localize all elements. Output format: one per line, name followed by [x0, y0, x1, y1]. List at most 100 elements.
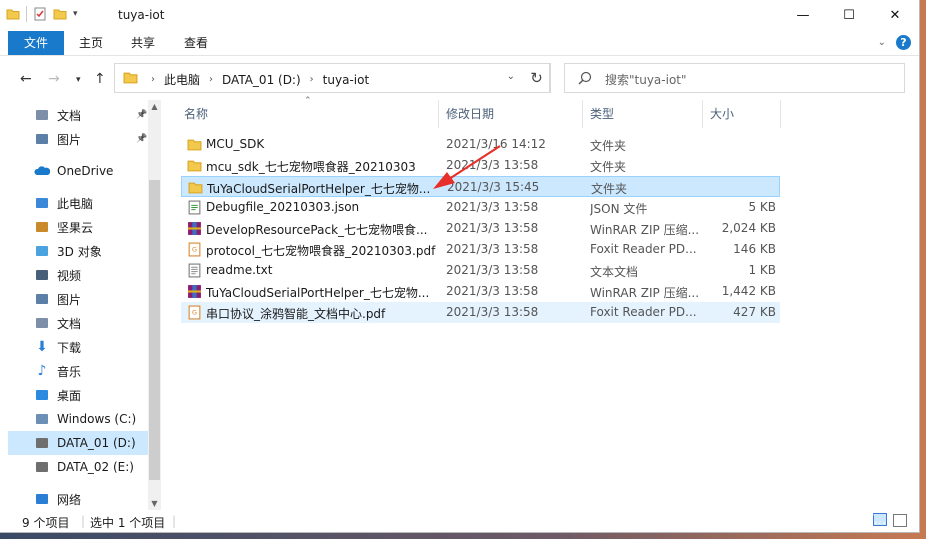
- breadcrumb-folder[interactable]: tuya-iot: [323, 73, 369, 87]
- search-placeholder: 搜索"tuya-iot": [605, 73, 687, 87]
- sidebar-item-label: 文档: [57, 108, 82, 123]
- sidebar-item-label: 文档: [57, 316, 82, 331]
- file-type: WinRAR ZIP 压缩...: [590, 223, 700, 237]
- sidebar-item[interactable]: DATA_01 (D:): [8, 431, 148, 455]
- column-header-name[interactable]: 名称: [184, 100, 208, 128]
- column-header-type[interactable]: 类型: [590, 100, 614, 128]
- sidebar-item-label: DATA_02 (E:): [57, 460, 134, 474]
- forward-icon[interactable]: →: [48, 71, 60, 87]
- chevron-right-icon[interactable]: ›: [209, 74, 213, 85]
- tab-home[interactable]: 主页: [70, 31, 112, 55]
- search-icon: [578, 71, 592, 85]
- sidebar-item-label: 图片: [57, 292, 82, 307]
- tab-view[interactable]: 查看: [175, 31, 217, 55]
- maximize-button[interactable]: ☐: [826, 0, 872, 31]
- file-row[interactable]: TuYaCloudSerialPortHelper_七七宠物... 2021/3/…: [181, 176, 780, 197]
- watermark: https://blog.csdn.net/...: [734, 513, 886, 528]
- sidebar-item[interactable]: 视频: [8, 263, 148, 287]
- file-type: JSON 文件: [590, 202, 648, 216]
- sort-ascending-icon: ⌃: [304, 96, 312, 106]
- documents-icon: [34, 315, 50, 331]
- expand-ribbon-icon[interactable]: ⌄: [878, 37, 886, 48]
- sidebar-item[interactable]: 图片: [8, 287, 148, 311]
- file-row[interactable]: TuYaCloudSerialPortHelper_七七宠物... 2021/3/…: [181, 281, 780, 302]
- sidebar-item[interactable]: 文档: [8, 311, 148, 335]
- folder-icon: [187, 158, 202, 173]
- sidebar-item[interactable]: 桌面: [8, 383, 148, 407]
- nav-scrollbar[interactable]: ▲ ▼: [148, 100, 161, 510]
- up-icon[interactable]: ↑: [94, 71, 106, 87]
- customize-qat-icon[interactable]: ▾: [73, 9, 78, 19]
- column-header-date[interactable]: 修改日期: [446, 100, 494, 128]
- file-type: 文件夹: [590, 139, 627, 153]
- tab-share[interactable]: 共享: [122, 31, 164, 55]
- scroll-down-icon[interactable]: ▼: [148, 499, 161, 508]
- sidebar-item-label: 3D 对象: [57, 244, 102, 259]
- file-date: 2021/3/3 13:58: [446, 158, 539, 172]
- file-row[interactable]: Gprotocol_七七宠物喂食器_20210303.pdf 2021/3/3 1…: [181, 239, 780, 260]
- file-row[interactable]: Debugfile_20210303.json 2021/3/3 13:58 JSO…: [181, 197, 780, 218]
- sidebar-item[interactable]: 此电脑: [8, 191, 148, 215]
- file-type: 文件夹: [590, 160, 627, 174]
- sidebar-item[interactable]: 文档 📌: [8, 103, 148, 127]
- column-divider[interactable]: [438, 100, 439, 128]
- breadcrumb-this-pc[interactable]: 此电脑: [164, 71, 200, 88]
- sidebar-item[interactable]: DATA_02 (E:): [8, 455, 148, 479]
- downloads-icon: ⬇: [36, 339, 48, 355]
- file-row[interactable]: MCU_SDK 2021/3/16 14:12 文件夹: [181, 134, 780, 155]
- file-date: 2021/3/3 13:58: [446, 284, 539, 298]
- properties-icon[interactable]: [33, 7, 47, 21]
- back-icon[interactable]: ←: [20, 71, 32, 87]
- file-type: 文件夹: [591, 182, 628, 196]
- column-divider[interactable]: [780, 100, 781, 128]
- tab-file[interactable]: 文件: [8, 31, 64, 55]
- network-icon: [34, 491, 50, 507]
- breadcrumb-drive[interactable]: DATA_01 (D:): [222, 73, 301, 87]
- column-header-size[interactable]: 大小: [710, 100, 734, 128]
- sidebar-item-label: DATA_01 (D:): [57, 436, 136, 450]
- address-dropdown-icon[interactable]: ⌄: [507, 71, 515, 82]
- sidebar-item[interactable]: 坚果云: [8, 215, 148, 239]
- sidebar-item-label: OneDrive: [57, 164, 114, 178]
- pin-icon[interactable]: 📌: [136, 134, 147, 144]
- scroll-up-icon[interactable]: ▲: [148, 102, 161, 111]
- sidebar-item[interactable]: ♪ 音乐: [8, 359, 148, 383]
- search-box[interactable]: 搜索"tuya-iot": [564, 63, 905, 93]
- recent-locations-icon[interactable]: ▾: [76, 75, 81, 85]
- minimize-button[interactable]: —: [780, 0, 826, 31]
- file-row[interactable]: mcu_sdk_七七宠物喂食器_20210303 2021/3/3 13:58 文件…: [181, 155, 780, 176]
- file-row[interactable]: G 串口协议_涂鸦智能_文档中心.pdf 2021/3/3 13:58 Foxit R…: [181, 302, 780, 323]
- address-bar[interactable]: › 此电脑 › DATA_01 (D:) › tuya-iot ⌄: [114, 63, 550, 93]
- sidebar-item-label: Windows (C:): [57, 412, 137, 426]
- sidebar-item[interactable]: 3D 对象: [8, 239, 148, 263]
- scrollbar-thumb[interactable]: [149, 180, 160, 480]
- file-size: 1 KB: [748, 263, 776, 277]
- sidebar-item[interactable]: 图片 📌: [8, 127, 148, 151]
- new-folder-icon[interactable]: [53, 7, 67, 21]
- chevron-right-icon[interactable]: ›: [151, 74, 155, 85]
- onedrive-icon: [34, 163, 50, 179]
- drive-icon: [34, 435, 50, 451]
- file-row[interactable]: DevelopResourcePack_七七宠物喂食... 2021/3/3 13…: [181, 218, 780, 239]
- file-row[interactable]: readme.txt 2021/3/3 13:58 文本文档 1 KB: [181, 260, 780, 281]
- sidebar-item[interactable]: Windows (C:): [8, 407, 148, 431]
- file-date: 2021/3/3 13:58: [446, 221, 539, 235]
- title-bar: ▾ tuya-iot — ☐ ✕: [0, 0, 919, 31]
- svg-text:G: G: [192, 246, 197, 254]
- file-date: 2021/3/3 13:58: [446, 200, 539, 214]
- sidebar-item[interactable]: OneDrive: [8, 159, 148, 183]
- window-title: tuya-iot: [118, 8, 165, 22]
- help-icon[interactable]: ?: [896, 35, 911, 50]
- sidebar-item[interactable]: 网络: [8, 487, 148, 511]
- file-type: Foxit Reader PD...: [590, 242, 697, 256]
- close-button[interactable]: ✕: [872, 0, 918, 31]
- pin-icon[interactable]: 📌: [136, 110, 147, 120]
- large-icons-view-icon[interactable]: [893, 514, 907, 527]
- file-name: TuYaCloudSerialPortHelper_七七宠物...: [206, 286, 430, 300]
- column-divider[interactable]: [702, 100, 703, 128]
- column-divider[interactable]: [582, 100, 583, 128]
- sidebar-item[interactable]: ⬇ 下载: [8, 335, 148, 359]
- chevron-right-icon[interactable]: ›: [310, 74, 314, 85]
- pdf-icon: G: [187, 242, 202, 257]
- refresh-button[interactable]: ↻: [523, 63, 551, 93]
